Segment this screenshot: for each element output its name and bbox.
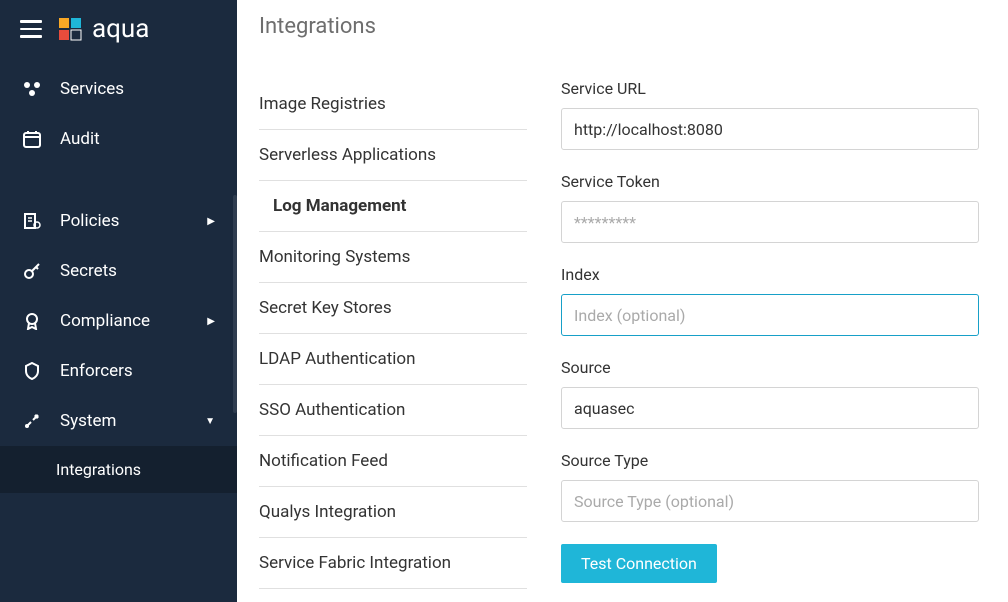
integrations-sublist: Image Registries Serverless Applications… [259, 79, 527, 589]
source-type-label: Source Type [561, 451, 979, 470]
test-connection-button[interactable]: Test Connection [561, 544, 717, 583]
chevron-down-icon: ▼ [205, 416, 215, 427]
nav-label: Secrets [60, 261, 117, 281]
brand-logo[interactable]: aqua [56, 14, 149, 44]
aqua-logo-icon [56, 15, 84, 43]
sidebar-item-secrets[interactable]: Secrets [0, 246, 237, 296]
log-management-form: Service URL Service Token Index Source S… [561, 79, 979, 589]
sidebar-header: aqua [0, 14, 237, 64]
calendar-icon [22, 129, 42, 149]
nav-label: Audit [60, 129, 100, 149]
hamburger-menu-icon[interactable] [20, 20, 42, 38]
page-title: Integrations [259, 14, 1008, 39]
sublist-item-image-registries[interactable]: Image Registries [259, 79, 527, 130]
nav-label: Integrations [56, 460, 141, 479]
chevron-right-icon: ▶ [207, 316, 215, 327]
sublist-item-ldap-authentication[interactable]: LDAP Authentication [259, 334, 527, 385]
sublist-item-sso-authentication[interactable]: SSO Authentication [259, 385, 527, 436]
nav-label: Compliance [60, 311, 150, 331]
nav-label: System [60, 411, 116, 431]
source-type-input[interactable] [561, 480, 979, 522]
sublist-item-qualys-integration[interactable]: Qualys Integration [259, 487, 527, 538]
sidebar-item-system[interactable]: System ▼ [0, 396, 237, 446]
sublist-item-service-fabric-integration[interactable]: Service Fabric Integration [259, 538, 527, 589]
main-content: Integrations Image Registries Serverless… [237, 0, 1008, 602]
sublist-item-monitoring-systems[interactable]: Monitoring Systems [259, 232, 527, 283]
nav-label: Services [60, 79, 124, 99]
sidebar: aqua Services Audit Policies ▶ [0, 0, 237, 602]
service-token-input[interactable] [561, 201, 979, 243]
index-input[interactable] [561, 294, 979, 336]
sidebar-subitem-integrations[interactable]: Integrations [0, 446, 237, 493]
nav-label: Enforcers [60, 361, 133, 381]
index-label: Index [561, 265, 979, 284]
brand-text: aqua [92, 14, 149, 44]
source-input[interactable] [561, 387, 979, 429]
sublist-item-serverless-applications[interactable]: Serverless Applications [259, 130, 527, 181]
policies-icon [22, 211, 42, 231]
badge-icon [22, 311, 42, 331]
services-icon [22, 79, 42, 99]
sidebar-item-compliance[interactable]: Compliance ▶ [0, 296, 237, 346]
sublist-item-notification-feed[interactable]: Notification Feed [259, 436, 527, 487]
source-label: Source [561, 358, 979, 377]
service-url-label: Service URL [561, 79, 979, 98]
chevron-right-icon: ▶ [207, 216, 215, 227]
nav-label: Policies [60, 211, 119, 231]
sublist-item-secret-key-stores[interactable]: Secret Key Stores [259, 283, 527, 334]
key-icon [22, 261, 42, 281]
shield-icon [22, 361, 42, 381]
service-token-label: Service Token [561, 172, 979, 191]
sublist-item-log-management[interactable]: Log Management [259, 181, 527, 232]
service-url-input[interactable] [561, 108, 979, 150]
sidebar-item-audit[interactable]: Audit [0, 114, 237, 164]
sidebar-item-enforcers[interactable]: Enforcers [0, 346, 237, 396]
sidebar-item-policies[interactable]: Policies ▶ [0, 196, 237, 246]
tools-icon [22, 411, 42, 431]
sidebar-item-services[interactable]: Services [0, 64, 237, 114]
